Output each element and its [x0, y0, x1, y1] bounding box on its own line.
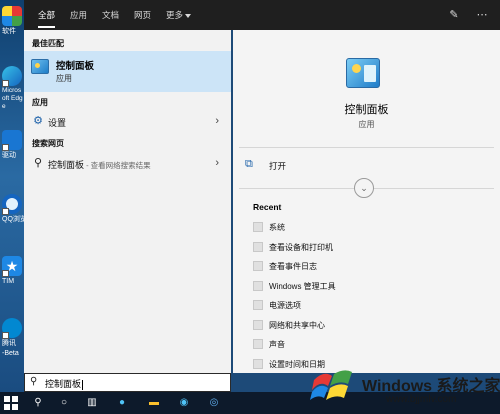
- recent-item-icon: [253, 320, 263, 330]
- recent-item-icon: [253, 281, 263, 291]
- search-icon: ⚲: [30, 376, 38, 387]
- windows-logo-pane: [12, 404, 18, 410]
- qq-app-icon[interactable]: ◎: [206, 395, 222, 411]
- software-app-icon: [2, 6, 22, 26]
- web-result-text: 控制面板 - 查看网络搜索结果: [48, 158, 151, 171]
- feedback-icon[interactable]: ✎: [448, 9, 460, 21]
- search-value-text: 控制面板: [45, 379, 82, 389]
- task-view-icon[interactable]: ▥: [84, 395, 100, 411]
- file-explorer-icon[interactable]: ▬: [146, 395, 162, 411]
- tab-all[interactable]: 全部: [38, 0, 56, 30]
- result-settings[interactable]: ⚙ 设置 ›: [24, 111, 231, 131]
- watermark-logo: Windows 系统之家 www.bjjmlv.com: [300, 360, 500, 414]
- recent-item-label: 网络和共享中心: [269, 321, 325, 330]
- shortcut-arrow-icon: [2, 80, 9, 87]
- recent-heading: Recent: [253, 202, 282, 212]
- tab-apps[interactable]: 应用: [70, 0, 87, 30]
- control-panel-icon: [31, 59, 49, 74]
- recent-item-icon: [253, 300, 263, 310]
- web-result-suffix: - 查看网络搜索结果: [84, 161, 151, 170]
- more-options-icon[interactable]: ⋯: [476, 9, 488, 21]
- divider: [239, 147, 494, 148]
- watermark-url: www.bjjmlv.com: [386, 394, 457, 405]
- cortana-icon[interactable]: ○: [56, 395, 72, 411]
- tab-more-label: 更多: [166, 10, 184, 20]
- recent-item-label: Windows 管理工具: [269, 282, 336, 291]
- recent-item-label: 电源选项: [269, 301, 301, 310]
- watermark-title: Windows 系统之家: [362, 378, 500, 395]
- tab-more[interactable]: 更多: [166, 0, 192, 30]
- preview-type: 应用: [358, 120, 375, 129]
- desktop-icon-label: Microsoft Edge: [2, 87, 23, 110]
- apps-heading: 应用: [32, 98, 48, 107]
- chevron-right-icon[interactable]: ›: [215, 157, 219, 169]
- settings-gear-icon: ⚙: [33, 115, 43, 127]
- result-web-search[interactable]: ⚲ 控制面板 - 查看网络搜索结果 ›: [24, 153, 231, 173]
- windows-logo-pane: [4, 404, 10, 410]
- preview-panel: 控制面板 应用 ⧉ 打开 ⌄ Recent 系统 查看设备和打印机 查看事件日志…: [233, 30, 500, 373]
- desktop-icon-edge[interactable]: Microsoft Edge: [2, 66, 24, 111]
- shortcut-arrow-icon: [2, 144, 9, 151]
- text-cursor: [82, 379, 84, 390]
- recent-item-label: 查看设备和打印机: [269, 243, 333, 252]
- expand-chevron-icon[interactable]: ⌄: [354, 178, 374, 198]
- desktop-icon-driver[interactable]: 驱动: [2, 130, 24, 160]
- web-heading: 搜索网页: [32, 139, 64, 148]
- open-label: 打开: [269, 161, 287, 171]
- recent-item-icon: [253, 339, 263, 349]
- preview-title: 控制面板: [344, 104, 389, 116]
- chevron-down-icon: [185, 13, 192, 18]
- recent-item-icon: [253, 222, 263, 232]
- tab-documents[interactable]: 文档: [102, 0, 119, 30]
- desktop-background: 软件 Microsoft Edge 驱动 QQ浏览 ★ TIM 腾讯 -Beta: [0, 0, 24, 392]
- recent-item-label: 查看事件日志: [269, 262, 317, 271]
- windows-logo-pane: [12, 396, 18, 402]
- windows-flag-logo-icon: [310, 370, 352, 400]
- windows-start-icon[interactable]: [4, 396, 18, 410]
- desktop-icon-qq-browser[interactable]: QQ浏览: [2, 194, 24, 224]
- result-label: 设置: [48, 118, 67, 128]
- desktop-icon-tencent[interactable]: 腾讯 -Beta: [2, 318, 24, 358]
- windows-logo-pane: [4, 396, 10, 402]
- chevron-right-icon[interactable]: ›: [215, 115, 219, 127]
- search-input[interactable]: ⚲ 控制面板: [24, 373, 231, 392]
- desktop-icon-tim[interactable]: ★ TIM: [2, 256, 24, 286]
- recent-item-icon: [253, 242, 263, 252]
- desktop-icon-software[interactable]: 软件: [2, 6, 24, 36]
- best-match-control-panel[interactable]: 控制面板 应用: [24, 51, 231, 92]
- shortcut-arrow-icon: [2, 332, 9, 339]
- edge-browser-icon[interactable]: ●: [114, 395, 130, 411]
- best-match-title: 控制面板: [56, 61, 95, 72]
- open-window-icon: ⧉: [245, 158, 253, 170]
- search-icon[interactable]: ⚲: [30, 395, 46, 411]
- best-match-subtitle: 应用: [56, 74, 72, 83]
- web-result-label: 控制面板: [48, 160, 85, 170]
- search-category-tabs: 全部 应用 文档 网页 更多 ✎ ⋯: [24, 0, 500, 30]
- best-match-heading: 最佳匹配: [32, 39, 64, 48]
- shortcut-arrow-icon: [2, 208, 9, 215]
- recent-item-label: 声音: [269, 340, 285, 349]
- edge-browser-icon[interactable]: ◉: [176, 395, 192, 411]
- search-input-value: 控制面板: [45, 377, 84, 390]
- recent-item-icon: [253, 261, 263, 271]
- recent-item-label: 系统: [269, 223, 285, 232]
- control-panel-icon: [346, 58, 380, 88]
- search-icon: ⚲: [33, 157, 43, 169]
- tab-web[interactable]: 网页: [134, 0, 151, 30]
- shortcut-arrow-icon: [2, 270, 9, 277]
- search-results-panel: 最佳匹配 控制面板 应用 应用 ⚙ 设置 › 搜索网页 ⚲ 控制面板 - 查看网…: [24, 30, 231, 373]
- recent-item-icon: [253, 359, 263, 369]
